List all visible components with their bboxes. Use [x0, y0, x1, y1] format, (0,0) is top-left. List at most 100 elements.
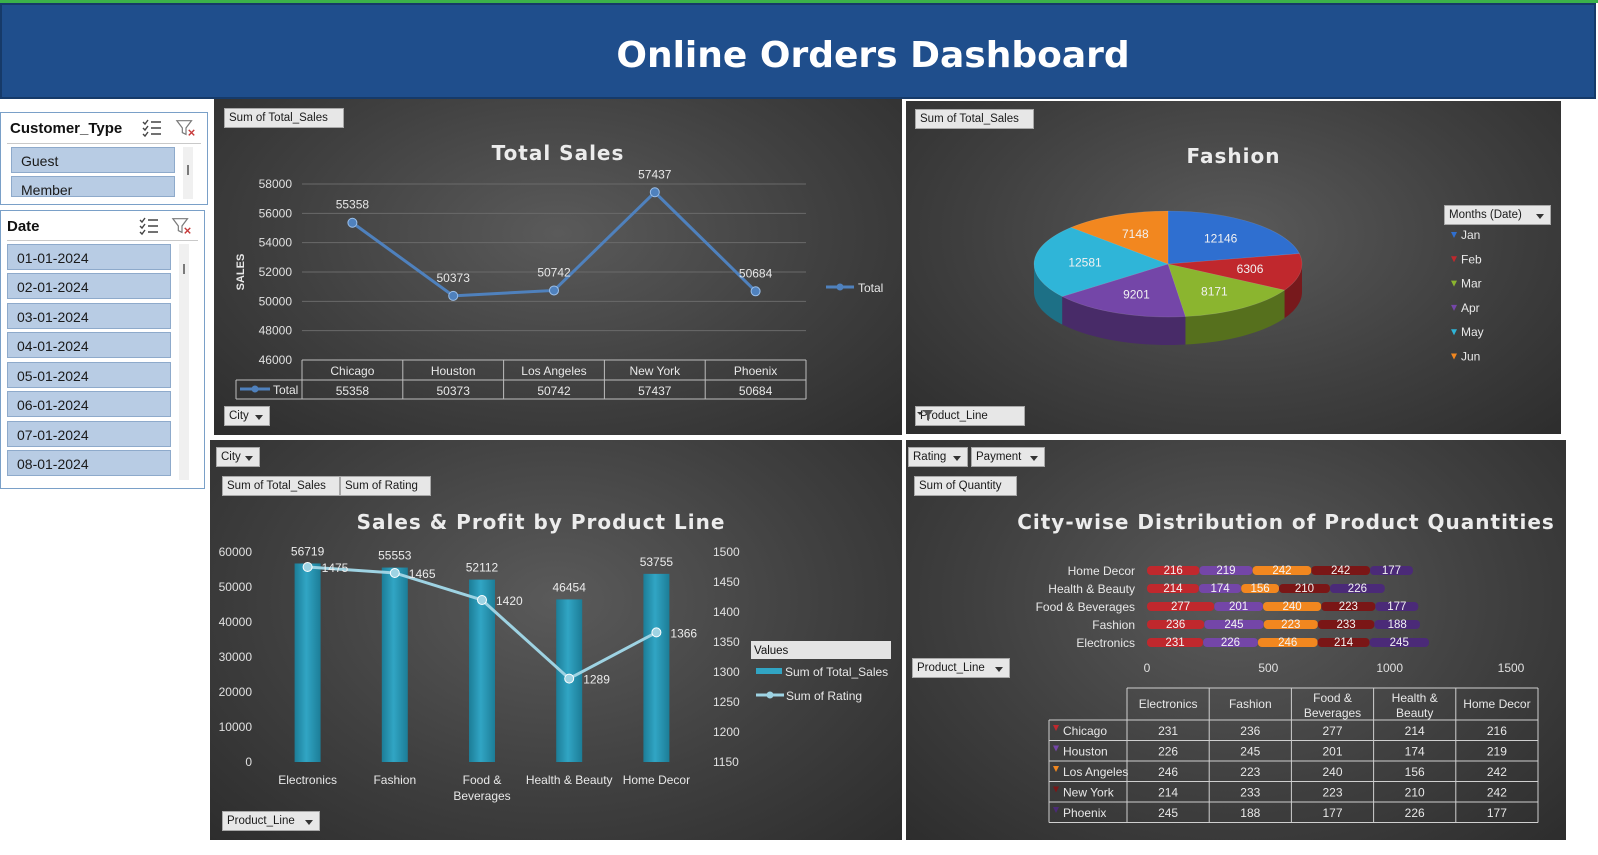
bar-segment-label: 214 [1163, 583, 1183, 595]
sales-profit-panel: City Sum of Total_Sales Sum of Rating Sa… [210, 440, 902, 840]
dashboard-sheet: Online Orders Dashboard Customer_Type Gu… [0, 0, 1598, 855]
sales-profit-chart: 60000 50000 40000 30000 20000 10000 0 1500 1450 1… [219, 544, 891, 803]
table-row-label: Los Angeles [1063, 765, 1128, 779]
table-value-cell: 233 [1240, 786, 1260, 800]
table-value-cell: 210 [1405, 786, 1425, 800]
table-value-cell: 219 [1487, 745, 1507, 759]
legend-swatch-mar [1451, 280, 1457, 287]
slicer-item-date[interactable]: 07-01-2024 [7, 421, 171, 447]
table-value-cell: 226 [1405, 806, 1425, 820]
table-value-cell: 188 [1240, 806, 1260, 820]
slicer-scroll-thumb[interactable] [187, 165, 189, 175]
slicer-item-date[interactable]: 03-01-2024 [7, 303, 171, 329]
fashion-pie-chart: 12146 6306 8171 9201 12581 7148 Jan Feb Mar Apr Ma… [1033, 210, 1484, 364]
table-header-cell: Home Decor [1463, 697, 1530, 711]
slice-data-label: 9201 [1123, 287, 1150, 301]
legend-label-feb: Feb [1461, 252, 1482, 266]
slice-data-label: 12581 [1068, 255, 1102, 269]
legend-marker-rating [766, 691, 774, 699]
table-value-cell: 246 [1158, 765, 1178, 779]
bar-segment-label: 245 [1224, 619, 1243, 631]
bar-segment-label: 216 [1164, 565, 1183, 577]
x-tick-label: Home Decor [623, 773, 690, 787]
y-tick-label: 52000 [259, 265, 293, 279]
slice-data-label: 6306 [1237, 262, 1264, 276]
slicer-item-member[interactable]: Member [11, 176, 175, 197]
table-row-label: Chicago [1063, 724, 1107, 738]
table-header-cell: Los Angeles [521, 364, 586, 378]
table-header-cell: New York [629, 364, 681, 378]
bar-segment-label: 223 [1281, 619, 1300, 631]
table-value-cell: 214 [1158, 786, 1178, 800]
legend-label-may: May [1461, 325, 1484, 339]
y-tick-label: 50000 [219, 580, 253, 594]
y-tick-label: 50000 [259, 294, 293, 308]
y2-tick-label: 1150 [713, 755, 739, 769]
date-slicer: Date 01-01-2024 02-01-2024 03-01-2024 04… [0, 210, 205, 489]
table-legend-key [1053, 786, 1059, 793]
slicer-item-date[interactable]: 04-01-2024 [7, 332, 171, 358]
rating-data-label: 1465 [409, 567, 436, 581]
legend-label-jan: Jan [1461, 228, 1480, 242]
table-value-cell: 214 [1405, 724, 1425, 738]
bar-electronics [294, 563, 321, 762]
product-line-axis-label: Product_Line [227, 815, 295, 827]
y-tick-label: 48000 [259, 324, 293, 338]
table-value-cell: 50742 [537, 384, 571, 398]
y2-tick-label: 1400 [713, 605, 740, 619]
legend-label-rating: Sum of Rating [786, 689, 862, 703]
multi-select-icon[interactable] [141, 118, 163, 138]
rating-point [651, 627, 662, 638]
product-line-filter-button[interactable]: Product_Line [915, 406, 1025, 426]
table-header-cell: Electronics [1139, 697, 1198, 711]
y-category-label: Fashion [1092, 618, 1135, 632]
dashboard-title: Online Orders Dashboard [616, 35, 1130, 76]
table-row-label: Houston [1063, 745, 1108, 759]
table-value-cell: 174 [1405, 745, 1425, 759]
series-line-total [351, 190, 757, 298]
table-value-cell: 50684 [739, 384, 773, 398]
bar-segment-label: 242 [1331, 565, 1350, 577]
bar-segment-label: 242 [1272, 565, 1291, 577]
table-value-cell: 236 [1240, 724, 1260, 738]
y-tick-label: 0 [245, 755, 252, 769]
fashion-panel: Sum of Total_Sales Fashion 12146 6306 8171… [906, 101, 1561, 434]
slicer-item-date[interactable]: 06-01-2024 [7, 391, 171, 417]
dropdown-arrow-icon [1536, 214, 1544, 219]
slicer-item-date[interactable]: 08-01-2024 [7, 450, 171, 476]
slicer-item-date[interactable]: 05-01-2024 [7, 362, 171, 388]
table-value-cell: 231 [1158, 724, 1178, 738]
legend-swatch-jun [1451, 353, 1457, 360]
table-value-cell: 277 [1322, 724, 1342, 738]
multi-select-icon[interactable] [138, 216, 160, 236]
slicer-item-guest[interactable]: Guest [11, 147, 175, 173]
rating-point [477, 595, 487, 605]
slicer-scrollbar[interactable] [179, 244, 189, 480]
table-header-cell: Beverages [1304, 706, 1361, 720]
rating-data-label: 1475 [322, 561, 349, 575]
table-row-label: New York [1063, 786, 1115, 800]
slicer-item-date[interactable]: 01-01-2024 [7, 244, 171, 270]
data-label: 50373 [437, 271, 471, 285]
rating-point [302, 562, 313, 572]
city-axis-button[interactable]: City [224, 406, 270, 426]
clear-filter-icon[interactable] [171, 216, 193, 236]
data-point [649, 187, 660, 198]
slicer-scrollbar[interactable] [183, 147, 193, 199]
data-point [448, 290, 459, 301]
legend-swatch-feb [1451, 256, 1457, 263]
filter-icon [917, 410, 933, 421]
y-axis-label: SALES [235, 254, 247, 291]
x-tick-label: Electronics [278, 773, 337, 787]
y-tick-label: 46000 [259, 353, 293, 367]
table-value-cell: 57437 [638, 384, 672, 398]
bar-segment-label: 177 [1387, 601, 1406, 613]
clear-filter-icon[interactable] [175, 118, 197, 138]
table-value-cell: 226 [1158, 745, 1178, 759]
x-tick-label: Health & Beauty [526, 773, 613, 787]
months-legend-button[interactable]: Months (Date) [1444, 205, 1551, 225]
slicer-item-date[interactable]: 02-01-2024 [7, 273, 171, 299]
y-tick-label: 58000 [259, 177, 293, 191]
slicer-scroll-thumb[interactable] [183, 264, 185, 274]
product-line-axis-button[interactable]: Product_Line [222, 811, 320, 831]
